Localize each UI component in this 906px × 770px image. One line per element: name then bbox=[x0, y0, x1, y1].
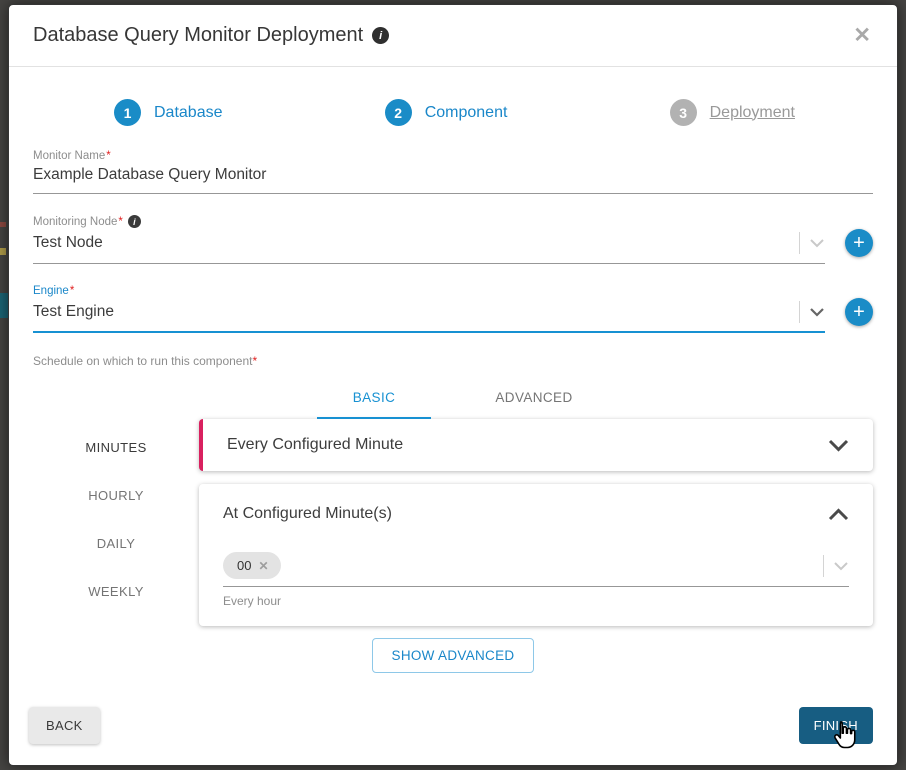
label-text: Engine bbox=[33, 285, 69, 297]
minute-chip: 00 ✕ bbox=[223, 552, 281, 579]
required-asterisk: * bbox=[252, 354, 257, 368]
backdrop-fragment bbox=[0, 248, 6, 255]
panel-header[interactable]: At Configured Minute(s) bbox=[223, 505, 849, 523]
chevron-down-icon[interactable] bbox=[828, 439, 849, 452]
step-label: Database bbox=[154, 104, 223, 122]
info-icon[interactable]: i bbox=[372, 27, 389, 44]
monitoring-node-field: Monitoring Node* i Test Node + bbox=[33, 215, 873, 264]
tab-basic[interactable]: BASIC bbox=[294, 376, 454, 419]
heading-text: Schedule on which to run this component bbox=[33, 354, 252, 368]
step-number-badge: 3 bbox=[670, 99, 697, 126]
minutes-multiselect[interactable]: 00 ✕ bbox=[223, 552, 849, 587]
chevron-up-icon[interactable] bbox=[828, 508, 849, 521]
chip-value: 00 bbox=[237, 558, 251, 573]
back-button[interactable]: BACK bbox=[29, 707, 100, 744]
info-icon[interactable]: i bbox=[128, 215, 141, 228]
step-number-badge: 1 bbox=[114, 99, 141, 126]
panel-title: At Configured Minute(s) bbox=[223, 505, 828, 523]
chevron-down-icon[interactable] bbox=[809, 238, 825, 248]
at-configured-minutes-panel: At Configured Minute(s) 00 ✕ bbox=[199, 484, 873, 626]
panel-title: Every Configured Minute bbox=[227, 436, 828, 454]
finish-button[interactable]: FINISH bbox=[799, 707, 873, 744]
step-label: Component bbox=[425, 104, 508, 122]
label-text: Monitor Name bbox=[33, 150, 105, 162]
tab-hourly[interactable]: HOURLY bbox=[33, 471, 199, 519]
step-number-badge: 2 bbox=[385, 99, 412, 126]
schedule-main: BASIC ADVANCED Every Configured Minute A… bbox=[199, 376, 873, 626]
monitor-name-input[interactable]: Example Database Query Monitor bbox=[33, 162, 873, 194]
engine-field: Engine* Test Engine + bbox=[33, 285, 873, 333]
schedule-heading: Schedule on which to run this component* bbox=[33, 354, 873, 368]
monitor-name-field: Monitor Name* Example Database Query Mon… bbox=[33, 150, 873, 194]
show-advanced-button[interactable]: SHOW ADVANCED bbox=[372, 638, 535, 673]
step-component[interactable]: 2 Component bbox=[385, 99, 508, 126]
monitoring-node-label: Monitoring Node* i bbox=[33, 215, 825, 228]
chevron-down-icon[interactable] bbox=[809, 307, 825, 317]
schedule-builder: MINUTES HOURLY DAILY WEEKLY BASIC ADVANC… bbox=[9, 368, 897, 626]
schedule-helper-text: Every hour bbox=[223, 594, 849, 608]
select-divider bbox=[823, 555, 824, 577]
label-text: Monitoring Node bbox=[33, 216, 117, 228]
step-label: Deployment bbox=[710, 104, 795, 122]
add-engine-button[interactable]: + bbox=[845, 298, 873, 326]
modal-header: Database Query Monitor Deployment i ✕ bbox=[9, 5, 897, 67]
required-asterisk: * bbox=[70, 285, 74, 297]
every-configured-minute-panel[interactable]: Every Configured Minute bbox=[199, 419, 873, 471]
backdrop-fragment bbox=[0, 222, 6, 227]
select-divider bbox=[799, 301, 800, 323]
monitor-name-label: Monitor Name* bbox=[33, 150, 873, 162]
wizard-stepper: 1 Database 2 Component 3 Deployment bbox=[114, 99, 795, 126]
step-database[interactable]: 1 Database bbox=[114, 99, 223, 126]
backdrop-fragment bbox=[0, 293, 8, 318]
component-form: Monitor Name* Example Database Query Mon… bbox=[9, 126, 897, 368]
finish-button-label: FINISH bbox=[814, 718, 858, 733]
monitoring-node-select[interactable]: Test Node bbox=[33, 228, 825, 264]
modal-title: Database Query Monitor Deployment bbox=[33, 24, 363, 47]
monitor-name-value[interactable]: Example Database Query Monitor bbox=[33, 166, 873, 184]
chip-remove-icon[interactable]: ✕ bbox=[258, 559, 268, 573]
chevron-down-icon[interactable] bbox=[833, 561, 849, 571]
engine-value[interactable]: Test Engine bbox=[33, 303, 793, 321]
close-icon[interactable]: ✕ bbox=[853, 25, 871, 46]
select-divider bbox=[799, 232, 800, 254]
modal-footer: BACK FINISH bbox=[9, 707, 897, 765]
deployment-wizard-modal: Database Query Monitor Deployment i ✕ 1 … bbox=[8, 4, 898, 766]
monitoring-node-value[interactable]: Test Node bbox=[33, 234, 793, 252]
engine-select[interactable]: Test Engine bbox=[33, 297, 825, 333]
tab-minutes[interactable]: MINUTES bbox=[33, 423, 199, 471]
engine-label: Engine* bbox=[33, 285, 825, 297]
tab-weekly[interactable]: WEEKLY bbox=[33, 567, 199, 615]
required-asterisk: * bbox=[106, 150, 110, 162]
tab-daily[interactable]: DAILY bbox=[33, 519, 199, 567]
show-advanced-row: SHOW ADVANCED bbox=[9, 638, 897, 673]
schedule-mode-tabs: BASIC ADVANCED bbox=[117, 376, 791, 419]
step-deployment[interactable]: 3 Deployment bbox=[670, 99, 795, 126]
tab-advanced[interactable]: ADVANCED bbox=[454, 376, 614, 419]
add-node-button[interactable]: + bbox=[845, 229, 873, 257]
required-asterisk: * bbox=[118, 216, 122, 228]
